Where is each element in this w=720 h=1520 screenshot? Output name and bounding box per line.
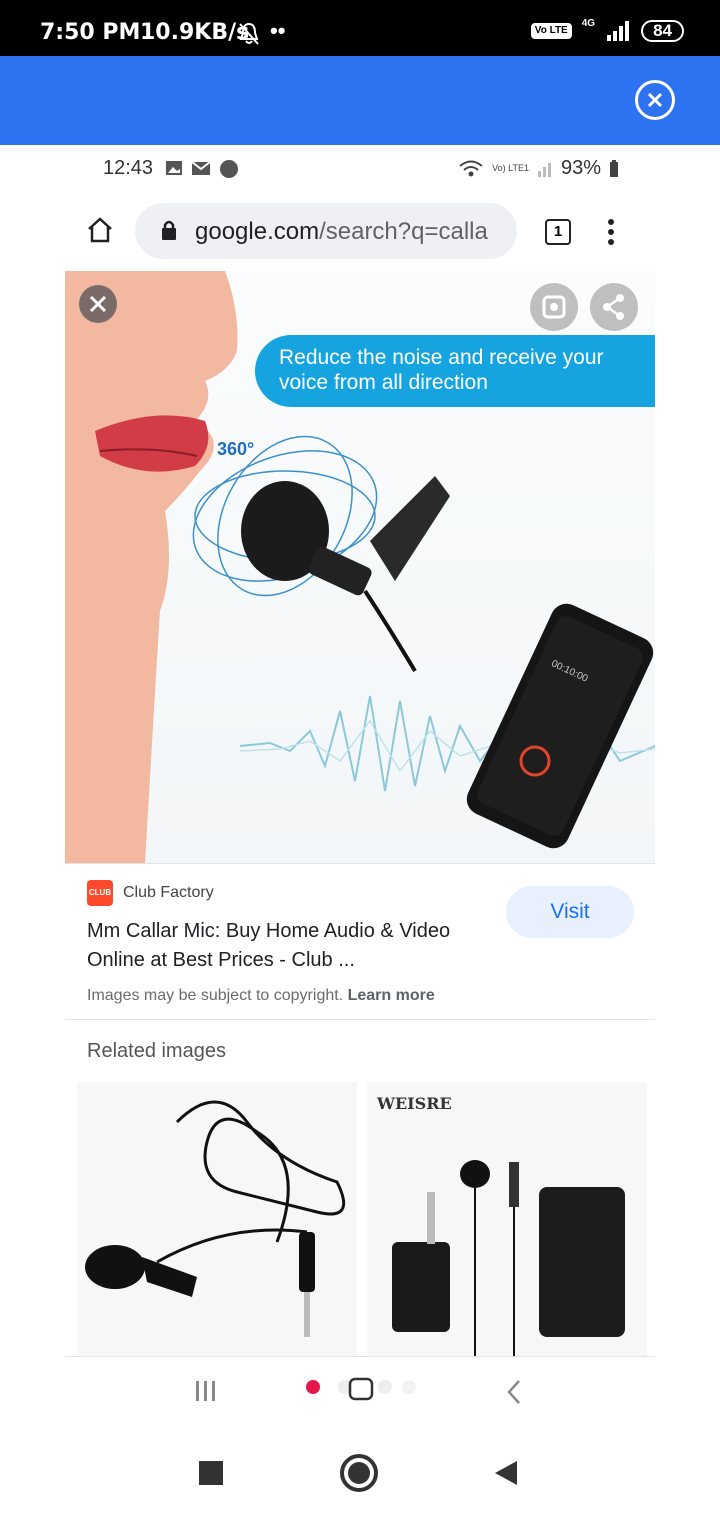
tab-switcher-button[interactable]: 1 (545, 219, 571, 245)
learn-more-link[interactable]: Learn more (348, 987, 435, 1004)
share-button[interactable] (590, 283, 638, 331)
home-icon[interactable] (85, 215, 115, 245)
network-type: 4G (581, 17, 596, 29)
wifi-icon (459, 160, 483, 176)
source-name: Club Factory (123, 884, 214, 901)
lens-button[interactable] (530, 283, 578, 331)
status-bar: 7:50 PM 10.9KB/s •• Vo LTE 4G 84 (0, 0, 720, 56)
image-divider (65, 863, 655, 864)
more-notifications-icon: •• (270, 18, 286, 43)
shared-screenshot: 12:43 Vo) LTE1 93% google.com/search?q=c… (65, 145, 655, 1425)
weisre-brand: WEISRE (377, 1094, 452, 1113)
share-icon (603, 294, 624, 320)
battery-indicator: 84 (641, 20, 684, 42)
phone-notification-icon (220, 160, 238, 178)
related-image-2[interactable]: WEISRE (367, 1082, 647, 1357)
visit-button[interactable]: Visit (506, 886, 634, 938)
lock-icon (162, 220, 176, 240)
url-text: google.com/search?q=calla (195, 218, 488, 245)
inner-recents-icon (196, 1381, 215, 1401)
result-title[interactable]: Mm Callar Mic: Buy Home Audio & Video On… (87, 917, 487, 975)
inner-signal-icon (537, 162, 551, 177)
signal-icon (607, 21, 630, 41)
inner-notification-icons (165, 159, 239, 179)
promo-line-2: voice from all direction (279, 371, 488, 394)
copyright-text: Images may be subject to copyright. (87, 987, 344, 1004)
promo-line-1: Reduce the noise and receive your (279, 346, 604, 369)
inner-navigation-bar (65, 1357, 655, 1425)
silent-bell-icon (239, 22, 259, 45)
status-time: 7:50 PM (40, 20, 141, 45)
overlay-top-bar (0, 56, 720, 145)
product-image[interactable]: Reduce the noise and receive your voice … (65, 271, 655, 863)
inner-back-icon (507, 1380, 520, 1404)
image-notification-icon (166, 161, 182, 175)
copyright-notice: Images may be subject to copyright. Lear… (87, 987, 435, 1005)
network-speed: 10.9KB/s (140, 20, 250, 45)
wireless-mic-thumbnail (392, 1160, 625, 1357)
inner-battery-text: 93% (560, 157, 601, 179)
inner-network-label: Vo) LTE1 (492, 163, 529, 173)
volte-icon: Vo LTE (530, 23, 572, 39)
promo-bubble: Reduce the noise and receive your voice … (255, 335, 655, 407)
section-divider (65, 1019, 655, 1020)
inner-battery-icon (610, 159, 618, 177)
result-source[interactable]: CLUB Club Factory (87, 880, 214, 906)
related-images-heading: Related images (87, 1040, 226, 1062)
close-image-button[interactable] (79, 285, 117, 323)
inner-nav-divider (65, 1356, 655, 1357)
mail-notification-icon (191, 161, 211, 175)
inner-page-indicator-icon (306, 1377, 416, 1401)
inner-status-time: 12:43 (103, 157, 154, 179)
lapel-mic-cable-thumbnail (85, 1100, 346, 1337)
club-factory-logo: CLUB (87, 880, 113, 906)
home-button[interactable] (340, 1454, 378, 1492)
more-vert-icon[interactable] (605, 217, 617, 247)
recents-button[interactable] (199, 1461, 223, 1485)
lens-icon (542, 295, 566, 319)
address-bar[interactable]: google.com/search?q=calla (135, 203, 517, 259)
back-button[interactable] (493, 1459, 519, 1487)
smartphone-illustration (466, 603, 654, 849)
inner-status-right: Vo) LTE1 93% (458, 157, 619, 180)
system-navigation-bar (0, 1425, 720, 1520)
related-image-1[interactable] (77, 1082, 357, 1357)
close-circle-icon[interactable] (635, 80, 675, 120)
